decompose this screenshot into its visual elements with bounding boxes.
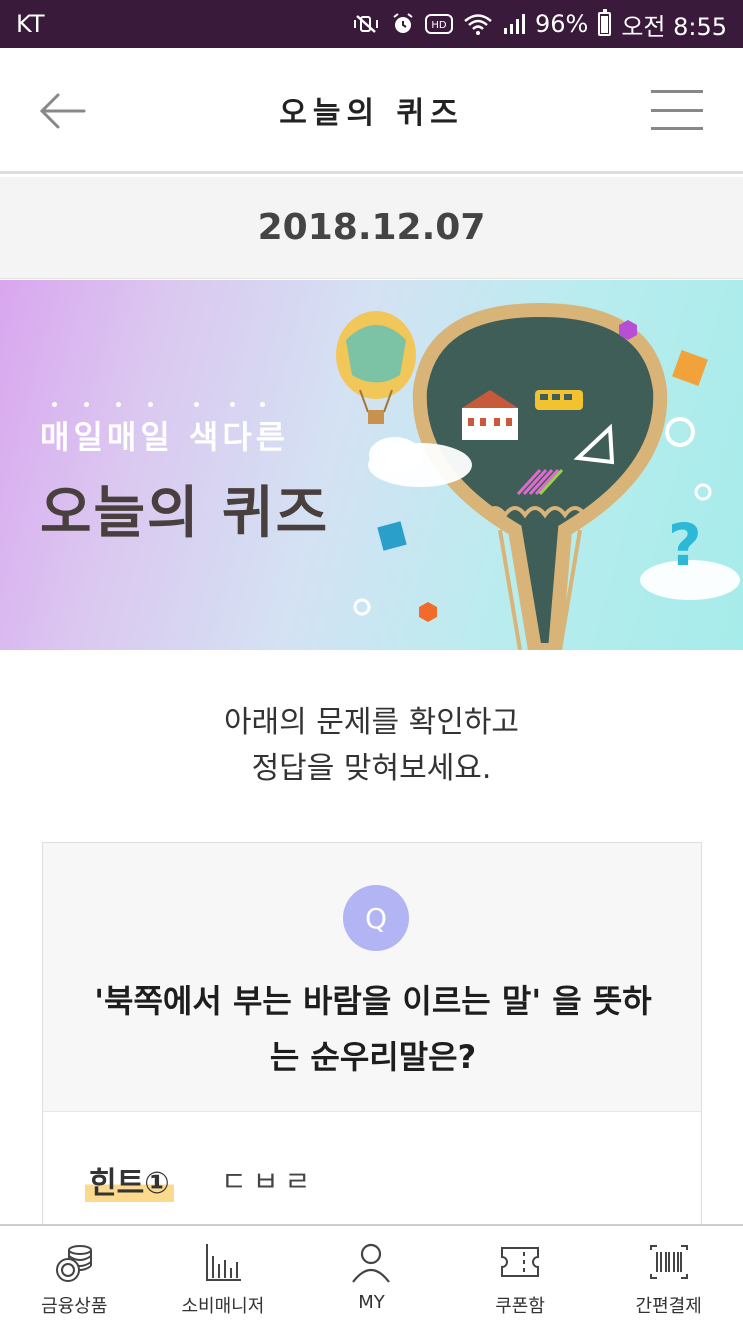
bar-chart-icon — [201, 1240, 245, 1284]
quiz-card: Q '북쪽에서 부는 바람을 이르는 말' 을 뜻하 는 순우리말은? 힌트① … — [42, 842, 702, 1243]
nav-item-financial-products[interactable]: 금융상품 — [0, 1226, 149, 1321]
nav-item-my[interactable]: MY — [297, 1226, 446, 1321]
nav-item-spending-manager[interactable]: 소비매니저 — [149, 1226, 298, 1321]
hint-value: ㄷㅂㄹ — [221, 1165, 317, 1198]
person-icon — [349, 1240, 393, 1284]
hd-icon: HD — [424, 12, 453, 36]
coins-icon — [52, 1240, 96, 1284]
hint-label: 힌트① — [85, 1158, 174, 1202]
banner-title: 오늘의 퀴즈 — [40, 481, 330, 546]
page-title: 오늘의 퀴즈 — [279, 95, 464, 131]
nav-label: 금융상품 — [41, 1296, 108, 1317]
carrier-label: KT — [16, 10, 45, 38]
banner-subtitle: 매일매일 색다른 — [40, 418, 290, 456]
menu-button[interactable] — [651, 90, 703, 130]
bottom-nav: 금융상품 소비매니저 MY 쿠폰함 간편결제 — [0, 1224, 743, 1321]
menu-icon-line — [651, 108, 703, 112]
question-text: '북쪽에서 부는 바람을 이르는 말' 을 뜻하 는 순우리말은? — [63, 973, 683, 1085]
svg-text:?: ? — [668, 511, 702, 579]
nav-label: 간편결제 — [635, 1296, 702, 1317]
menu-icon-line — [651, 127, 703, 130]
signal-icon — [503, 12, 525, 36]
back-button[interactable] — [38, 86, 88, 136]
banner-dots — [44, 402, 284, 410]
battery-percent: 96% — [534, 10, 589, 38]
battery-icon — [598, 9, 612, 36]
clock: 오전 8:55 — [621, 12, 727, 41]
quiz-date: 2018.12.07 — [257, 207, 486, 248]
quiz-intro: 아래의 문제를 확인하고 정답을 맞혀보세요. — [0, 700, 743, 792]
menu-icon-line — [651, 90, 703, 93]
back-arrow-icon — [39, 93, 86, 129]
question-badge: Q — [343, 885, 409, 951]
status-bar: KT HD 96% 오전 8:55 — [0, 0, 743, 48]
svg-text:HD: HD — [431, 20, 447, 31]
wifi-icon — [463, 12, 493, 36]
barcode-icon — [647, 1240, 691, 1284]
intro-line-2: 정답을 맞혀보세요. — [251, 751, 492, 786]
nav-item-easy-pay[interactable]: 간편결제 — [594, 1226, 743, 1321]
coupon-icon — [498, 1240, 542, 1284]
nav-label: 소비매니저 — [181, 1296, 265, 1317]
app-header: 오늘의 퀴즈 — [0, 48, 743, 174]
lightbulb-chalkboard-illustration: ? — [336, 302, 740, 650]
nav-label: MY — [358, 1292, 385, 1313]
intro-line-1: 아래의 문제를 확인하고 — [223, 705, 520, 740]
status-icons: HD 96% 오전 8:55 — [353, 7, 727, 42]
question-line-2: 는 순우리말은? — [269, 1038, 477, 1076]
quiz-banner: ? 매일매일 색다른 오늘의 퀴즈 — [0, 280, 743, 650]
nav-label: 쿠폰함 — [495, 1296, 545, 1317]
mute-vibrate-icon — [353, 12, 381, 36]
question-line-1: '북쪽에서 부는 바람을 이르는 말' 을 뜻하 — [94, 982, 652, 1020]
nav-item-coupon-box[interactable]: 쿠폰함 — [446, 1226, 595, 1321]
date-bar: 2018.12.07 — [0, 177, 743, 279]
alarm-icon — [391, 12, 415, 36]
